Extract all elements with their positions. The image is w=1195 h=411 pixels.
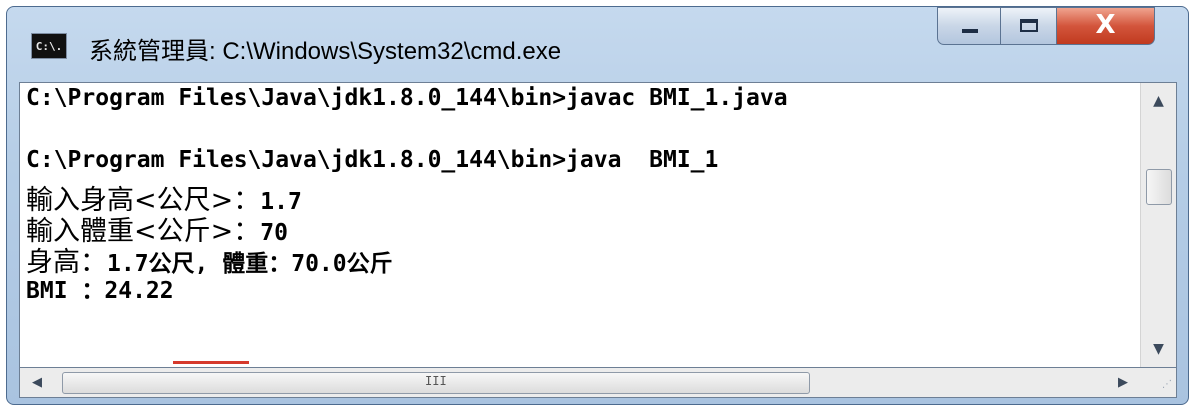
- window-title: 系統管理員: C:\Windows\System32\cmd.exe: [89, 38, 562, 65]
- resize-grip-icon[interactable]: ⋰: [1140, 368, 1176, 397]
- close-icon: X: [1095, 10, 1116, 40]
- scroll-down-icon[interactable]: ▼: [1141, 331, 1176, 367]
- vertical-scroll-thumb[interactable]: [1146, 169, 1172, 205]
- scroll-up-icon[interactable]: ▲: [1141, 83, 1176, 119]
- close-button[interactable]: X: [1057, 7, 1155, 45]
- console-line: 輸入身高<公尺>：1.7: [26, 178, 1126, 216]
- grip-icon: III: [425, 374, 447, 388]
- console-area[interactable]: C:\Program Files\Java\jdk1.8.0_144\bin>j…: [19, 82, 1177, 368]
- console-text: C:\Program Files\Java\jdk1.8.0_144\bin>j…: [26, 85, 788, 111]
- maximize-icon: [1020, 19, 1038, 32]
- scroll-right-icon[interactable]: ▶: [1106, 368, 1140, 397]
- console-line: C:\Program Files\Java\jdk1.8.0_144\bin>j…: [26, 147, 1126, 178]
- horizontal-scroll-thumb[interactable]: III: [62, 372, 810, 394]
- minimize-button[interactable]: [937, 7, 1001, 45]
- console-text: C:\Program Files\Java\jdk1.8.0_144\bin>j…: [26, 147, 719, 173]
- console-line: 輸入體重<公斤>：70: [26, 209, 1126, 247]
- cmd-app-icon[interactable]: C:\.: [31, 33, 67, 59]
- console-text: BMI ：24.22: [26, 278, 174, 304]
- minimize-icon: [962, 29, 978, 33]
- scroll-left-icon[interactable]: ◀: [20, 368, 54, 397]
- console-line: C:\Program Files\Java\jdk1.8.0_144\bin>j…: [26, 85, 1126, 116]
- console-line: 身高：1.7公尺, 體重：70.0公斤: [26, 240, 1126, 278]
- maximize-button[interactable]: [1001, 7, 1057, 45]
- vertical-scrollbar[interactable]: ▲ ▼: [1140, 83, 1176, 367]
- horizontal-scrollbar[interactable]: ◀ III ▶ ⋰: [19, 368, 1177, 398]
- title-bar[interactable]: C:\. 系統管理員: C:\Windows\System32\cmd.exe …: [7, 7, 1188, 75]
- text-cursor: [173, 361, 249, 364]
- console-output: C:\Program Files\Java\jdk1.8.0_144\bin>j…: [26, 85, 1126, 304]
- cmd-window: C:\. 系統管理員: C:\Windows\System32\cmd.exe …: [6, 6, 1189, 405]
